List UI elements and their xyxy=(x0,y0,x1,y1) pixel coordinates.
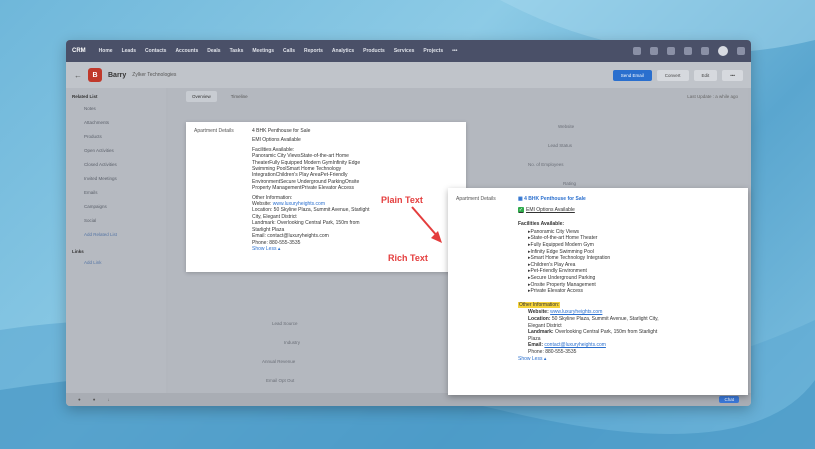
sidebar-item-attachments[interactable]: Attachments xyxy=(84,120,160,125)
nav-reports[interactable]: Reports xyxy=(304,48,323,54)
rich-email-line: Email: contact@luxuryheights.com xyxy=(528,342,606,349)
list-item: State-of-the-art Home Theater xyxy=(528,235,740,242)
chat-button[interactable]: Chat xyxy=(719,396,739,403)
settings-icon[interactable] xyxy=(701,47,709,55)
list-item: Onsite Property Management xyxy=(528,282,740,289)
sidebar-item-emails[interactable]: Emails xyxy=(84,190,160,195)
edit-button[interactable]: Edit xyxy=(693,69,718,81)
list-item: Smart Home Technology Integration xyxy=(528,255,740,262)
sidebar-item-social[interactable]: Social xyxy=(84,218,160,223)
plain-title: 4 BHK Penthouse for Sale xyxy=(252,128,311,134)
nav-calls[interactable]: Calls xyxy=(283,48,295,54)
field-annual-revenue: Annual Revenue xyxy=(262,359,296,364)
chat-icon[interactable]: ● xyxy=(78,397,81,402)
apps-grid-icon[interactable] xyxy=(737,47,745,55)
plain-location: Location: 50 Skyline Plaza, Summit Avenu… xyxy=(252,207,370,220)
nav-more[interactable]: ••• xyxy=(452,48,457,54)
list-item: Children's Play Area xyxy=(528,262,740,269)
more-options-button[interactable]: ••• xyxy=(722,69,743,81)
list-item: Secure Underground Parking xyxy=(528,275,740,282)
nav-home[interactable]: Home xyxy=(99,48,113,54)
field-industry: Industry xyxy=(284,340,301,345)
rich-title: ▦ 4 BHK Penthouse for Sale xyxy=(518,196,586,202)
nav-tasks[interactable]: Tasks xyxy=(230,48,244,54)
record-header: ← B Barry Zylker Technologies Send Email… xyxy=(66,62,751,88)
list-item: Private Elevator Access xyxy=(528,288,740,295)
sidebar-item-campaigns[interactable]: Campaigns xyxy=(84,204,160,209)
list-item: Infinity Edge Swimming Pool xyxy=(528,249,740,256)
nav-meetings[interactable]: Meetings xyxy=(252,48,274,54)
user-avatar[interactable] xyxy=(718,46,728,56)
nav-leads[interactable]: Leads xyxy=(122,48,136,54)
add-link[interactable]: Add Link xyxy=(84,260,160,265)
rich-facilities-list: Panoramic City Views State-of-the-art Ho… xyxy=(518,229,740,295)
notification-icon[interactable] xyxy=(667,47,675,55)
field-email-opt-out: Email Opt Out xyxy=(266,378,295,383)
nav-deals[interactable]: Deals xyxy=(207,48,220,54)
add-icon[interactable] xyxy=(633,47,641,55)
field-employees: No. of Employees xyxy=(528,162,564,167)
sidebar-item-open-activities[interactable]: Open Activities xyxy=(84,148,160,153)
rich-website-link[interactable]: www.luxuryheights.com xyxy=(550,309,602,315)
nav-contacts[interactable]: Contacts xyxy=(145,48,166,54)
send-email-button[interactable]: Send Email xyxy=(612,69,652,81)
rich-field-label: Apartment Details xyxy=(456,196,496,202)
channels-icon[interactable]: ● xyxy=(93,397,96,402)
nav-accounts[interactable]: Accounts xyxy=(175,48,198,54)
list-item: Pet-Friendly Environment xyxy=(528,268,740,275)
rich-emi: ✓ EMI Options Available xyxy=(518,206,575,213)
plain-website-link[interactable]: www.luxuryheights.com xyxy=(273,201,325,207)
last-update: Last Update : a while ago xyxy=(687,93,738,99)
rich-other-heading: Other Information: xyxy=(518,301,561,309)
record-name: Barry xyxy=(108,71,127,79)
rich-website-line: Website: www.luxuryheights.com xyxy=(528,309,603,316)
rich-facilities-heading: Facilities Available: xyxy=(518,221,565,228)
field-website: Website xyxy=(558,124,575,129)
field-rating: Rating xyxy=(563,181,577,186)
tab-timeline[interactable]: Timeline xyxy=(231,94,248,99)
download-icon[interactable]: ↓ xyxy=(107,397,109,402)
field-lead-source: Lead Source xyxy=(272,321,298,326)
sidebar-item-closed-activities[interactable]: Closed Activities xyxy=(84,162,160,167)
list-item: Fully Equipped Modern Gym xyxy=(528,242,740,249)
plain-landmark: Landmark: Overlooking Central Park, 150m… xyxy=(252,220,360,233)
plain-facilities: Facilities Available: Panoramic City Vie… xyxy=(252,146,361,192)
calendar-icon[interactable] xyxy=(684,47,692,55)
sidebar-item-notes[interactable]: Notes xyxy=(84,106,160,111)
convert-button[interactable]: Convert xyxy=(656,69,689,81)
rich-location-line: Location: 50 Skyline Plaza, Summit Avenu… xyxy=(528,315,659,329)
field-lead-status: Lead Status xyxy=(548,143,573,148)
top-navigation: CRM Home Leads Contacts Accounts Deals T… xyxy=(66,40,751,62)
links-heading: Links xyxy=(72,249,84,254)
plain-emi: EMI Options Available xyxy=(252,137,301,144)
back-arrow-icon[interactable]: ← xyxy=(74,71,82,80)
rich-field-content: ▦ 4 BHK Penthouse for Sale ✓ EMI Options … xyxy=(518,196,740,387)
nav-products[interactable]: Products xyxy=(363,48,385,54)
nav-analytics[interactable]: Analytics xyxy=(332,48,354,54)
nav-projects[interactable]: Projects xyxy=(423,48,443,54)
record-actions: Send Email Convert Edit ••• xyxy=(612,69,743,81)
sidebar-item-products[interactable]: Products xyxy=(84,134,160,139)
crm-logo[interactable]: CRM xyxy=(72,48,86,54)
rich-text-annotation: Rich Text xyxy=(388,253,428,263)
rich-other-info: Website: www.luxuryheights.com Location:… xyxy=(518,309,740,355)
sidebar-item-add-related-list[interactable]: Add Related List xyxy=(84,232,160,237)
related-list-sidebar: Related List Notes Attachments Products … xyxy=(66,88,166,393)
sidebar-item-invited-meetings[interactable]: Invited Meetings xyxy=(84,176,160,181)
search-icon[interactable] xyxy=(650,47,658,55)
tab-overview[interactable]: Overview xyxy=(186,90,217,102)
record-company[interactable]: Zylker Technologies xyxy=(132,72,176,78)
rich-phone: Phone: 880-555-3535 xyxy=(528,348,577,355)
rich-landmark-line: Landmark: Overlooking Central Park, 150m… xyxy=(528,329,658,342)
rich-show-less[interactable]: Show Less ▴ xyxy=(518,356,740,363)
rich-email-link[interactable]: contact@luxuryheights.com xyxy=(544,342,606,348)
record-tabs: Overview Timeline Last Update : a while … xyxy=(168,88,748,104)
list-item: Panoramic City Views xyxy=(528,229,740,236)
nav-services[interactable]: Services xyxy=(394,48,415,54)
related-list-heading[interactable]: Related List xyxy=(72,94,160,99)
rich-text-card: Apartment Details ▦ 4 BHK Penthouse for … xyxy=(448,188,748,395)
record-avatar: B xyxy=(88,68,102,82)
checkmark-icon: ✓ xyxy=(518,206,524,213)
plain-field-label: Apartment Details xyxy=(194,128,234,134)
